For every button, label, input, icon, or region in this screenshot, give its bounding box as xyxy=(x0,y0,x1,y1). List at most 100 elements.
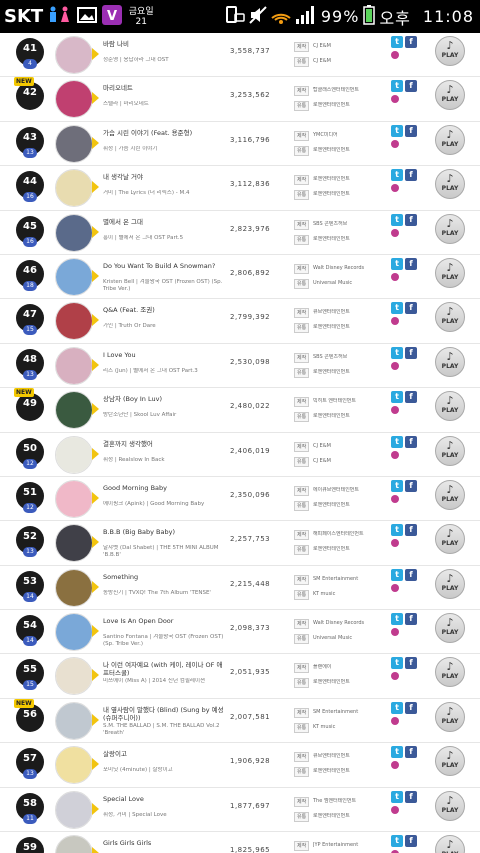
like-icon[interactable] xyxy=(391,228,399,237)
song-title[interactable]: Good Morning Baby xyxy=(103,484,225,492)
chart-row[interactable]: NEW 56 내 옆사람이 말했다 (Blind) (Sung by 예성 (슈… xyxy=(0,698,480,744)
chart-list[interactable]: 41 4 바람 나비 정준영 | 응답하라 그대 OST 3,558,737 제… xyxy=(0,33,480,853)
like-icon[interactable] xyxy=(391,51,399,59)
album-art[interactable] xyxy=(55,568,93,607)
album-art[interactable] xyxy=(55,479,93,518)
play-button[interactable]: ♪ PLAY xyxy=(435,435,465,466)
facebook-share-icon[interactable]: f xyxy=(405,346,417,359)
play-button[interactable]: ♪ PLAY xyxy=(435,302,465,333)
song-title[interactable]: Special Love xyxy=(103,795,225,803)
album-art[interactable] xyxy=(55,213,93,252)
song-title[interactable]: 내 옆사람이 말했다 (Blind) (Sung by 예성 (슈퍼주니어)) xyxy=(103,706,225,722)
song-title[interactable]: 내 생각날 거야 xyxy=(103,173,225,181)
song-artist[interactable]: 홍이 | 별에서 온 그대 OST Part.5 xyxy=(103,235,225,242)
song-title[interactable]: B.B.B (Big Baby Baby) xyxy=(103,528,225,536)
chart-row[interactable]: 55 15 나 이런 여자예요 (with 케이, 레이나 OF 애프터스쿨) … xyxy=(0,654,480,699)
twitter-share-icon[interactable]: t xyxy=(391,613,403,626)
song-artist[interactable]: 정준영 | 응답하라 그대 OST xyxy=(103,57,225,64)
like-icon[interactable] xyxy=(391,672,399,681)
album-art[interactable] xyxy=(55,524,93,563)
twitter-share-icon[interactable]: t xyxy=(391,435,403,448)
twitter-share-icon[interactable]: t xyxy=(391,790,403,803)
play-button[interactable]: ♪ PLAY xyxy=(435,790,465,821)
like-icon[interactable] xyxy=(391,450,399,459)
like-icon[interactable] xyxy=(391,95,399,104)
song-title[interactable]: 결혼까지 생각했어 xyxy=(103,440,225,448)
play-button[interactable]: ♪ PLAY xyxy=(435,479,465,510)
twitter-share-icon[interactable]: t xyxy=(391,124,403,137)
song-title[interactable]: 별에서 온 그대 xyxy=(103,218,225,226)
play-button[interactable]: ♪ PLAY xyxy=(435,701,465,732)
play-button[interactable]: ♪ PLAY xyxy=(435,746,465,777)
album-art[interactable] xyxy=(55,657,93,696)
facebook-share-icon[interactable]: f xyxy=(405,790,417,803)
chart-row[interactable]: 51 12 Good Morning Baby 에이핑크 (Apink) | G… xyxy=(0,477,480,522)
song-title[interactable]: Something xyxy=(103,573,225,581)
song-title[interactable]: 나 이런 여자예요 (with 케이, 레이나 OF 애프터스쿨) xyxy=(103,661,225,677)
song-artist[interactable]: 스텔라 | 마리오네트 xyxy=(103,101,225,108)
album-art[interactable] xyxy=(55,257,93,296)
twitter-share-icon[interactable]: t xyxy=(391,746,403,759)
facebook-share-icon[interactable]: f xyxy=(405,213,417,226)
facebook-share-icon[interactable]: f xyxy=(405,257,417,270)
twitter-share-icon[interactable]: t xyxy=(391,524,403,537)
like-icon[interactable] xyxy=(391,805,399,814)
album-art[interactable] xyxy=(55,124,93,163)
song-artist[interactable]: 방탄소년단 | Skool Luv Affair xyxy=(103,412,225,419)
chart-row[interactable]: NEW 49 상남자 (Boy In Luv) 방탄소년단 | Skool Lu… xyxy=(0,388,480,433)
play-button[interactable]: ♪ PLAY xyxy=(435,568,465,599)
facebook-share-icon[interactable]: f xyxy=(405,701,417,714)
song-title[interactable]: I Love You xyxy=(103,351,225,359)
chart-row[interactable]: 45 16 별에서 온 그대 홍이 | 별에서 온 그대 OST Part.5 … xyxy=(0,211,480,255)
facebook-share-icon[interactable]: f xyxy=(405,80,417,93)
song-artist[interactable]: 휘성 | 가슴 시린 이야기 xyxy=(103,146,225,153)
album-art[interactable] xyxy=(55,36,93,74)
twitter-share-icon[interactable]: t xyxy=(391,257,403,270)
album-art[interactable] xyxy=(55,746,93,785)
chart-row[interactable]: 43 13 가슴 시린 이야기 (Feat. 용준형) 휘성 | 가슴 시린 이… xyxy=(0,122,480,167)
twitter-share-icon[interactable]: t xyxy=(391,835,403,848)
like-icon[interactable] xyxy=(391,184,399,193)
facebook-share-icon[interactable]: f xyxy=(405,169,417,182)
like-icon[interactable] xyxy=(391,628,399,637)
like-icon[interactable] xyxy=(391,761,399,770)
song-artist[interactable]: 거미 | The Lyrics (더 리릭스) - M.4 xyxy=(103,190,225,197)
song-title[interactable]: Q&A (Feat. 조권) xyxy=(103,306,225,314)
album-art[interactable] xyxy=(55,346,93,385)
facebook-share-icon[interactable]: f xyxy=(405,479,417,492)
facebook-share-icon[interactable]: f xyxy=(405,746,417,759)
twitter-share-icon[interactable]: t xyxy=(391,36,403,48)
chart-row[interactable]: NEW 42 마리오네트 스텔라 | 마리오네트 3,253,562 제작 탑클… xyxy=(0,77,480,122)
chart-row[interactable]: 50 12 결혼까지 생각했어 휘성 | Realslow In Back 2,… xyxy=(0,433,480,477)
song-title[interactable]: 마리오네트 xyxy=(103,84,225,92)
play-button[interactable]: ♪ PLAY xyxy=(435,346,465,377)
like-icon[interactable] xyxy=(391,361,399,370)
song-artist[interactable]: 미쓰에이 (Miss A) | 2014 신년 컴필레이션 xyxy=(103,678,225,685)
song-title[interactable]: Love Is An Open Door xyxy=(103,617,225,625)
twitter-share-icon[interactable]: t xyxy=(391,213,403,226)
song-artist[interactable]: Santino Fontana | 겨울왕국 OST (Frozen OST) … xyxy=(103,634,225,648)
chart-row[interactable]: 47 15 Q&A (Feat. 조권) 가인 | Truth Or Dare … xyxy=(0,299,480,344)
song-title[interactable]: 가슴 시린 이야기 (Feat. 용준형) xyxy=(103,129,225,137)
twitter-share-icon[interactable]: t xyxy=(391,391,403,404)
play-button[interactable]: ♪ PLAY xyxy=(435,36,465,66)
twitter-share-icon[interactable]: t xyxy=(391,80,403,93)
play-button[interactable]: ♪ PLAY xyxy=(435,124,465,155)
facebook-share-icon[interactable]: f xyxy=(405,835,417,848)
like-icon[interactable] xyxy=(391,716,399,725)
album-art[interactable] xyxy=(55,169,93,208)
song-artist[interactable]: Kristen Bell | 겨울왕국 OST (Frozen OST) (Sp… xyxy=(103,279,225,293)
play-button[interactable]: ♪ PLAY xyxy=(435,835,465,853)
twitter-share-icon[interactable]: t xyxy=(391,479,403,492)
chart-row[interactable]: 57 13 살랑이고 포미닛 (4minute) | 살랑이고 1,906,92… xyxy=(0,743,480,788)
song-title[interactable]: 바람 나비 xyxy=(103,40,225,48)
play-button[interactable]: ♪ PLAY xyxy=(435,169,465,200)
facebook-share-icon[interactable]: f xyxy=(405,36,417,48)
twitter-share-icon[interactable]: t xyxy=(391,302,403,315)
twitter-share-icon[interactable]: t xyxy=(391,169,403,182)
play-button[interactable]: ♪ PLAY xyxy=(435,613,465,644)
album-art[interactable] xyxy=(55,302,93,341)
album-art[interactable] xyxy=(55,80,93,119)
play-button[interactable]: ♪ PLAY xyxy=(435,213,465,244)
like-icon[interactable] xyxy=(391,583,399,592)
